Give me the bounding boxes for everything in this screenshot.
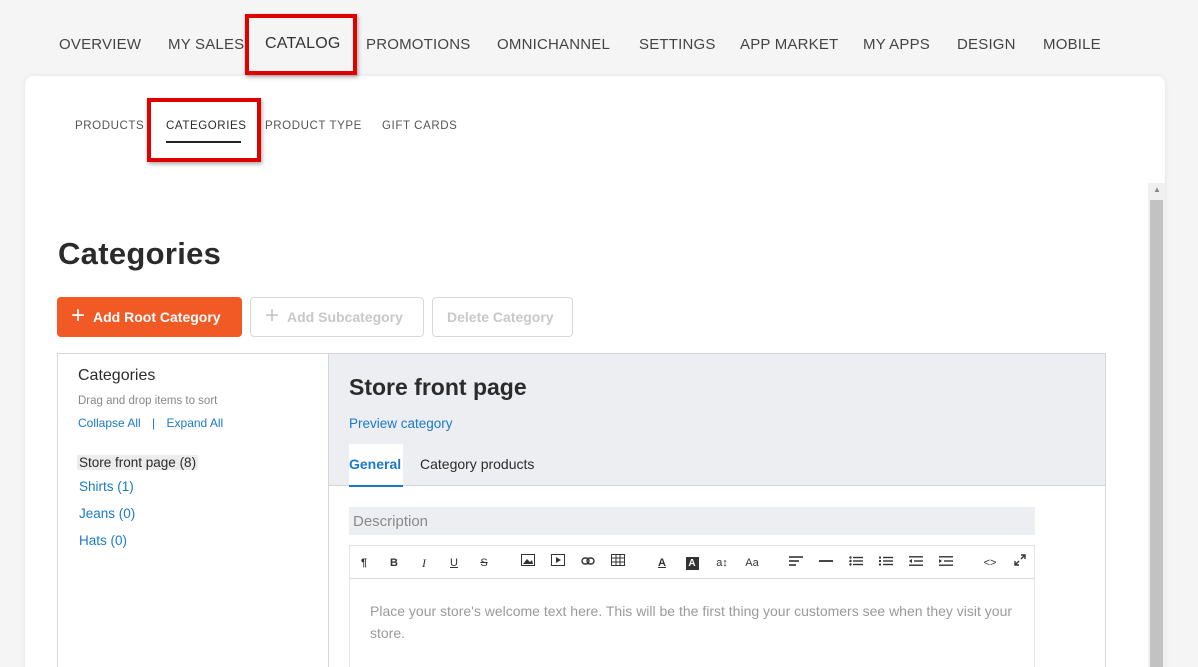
- preview-category-link[interactable]: Preview category: [349, 416, 453, 431]
- outdent-icon[interactable]: [906, 554, 926, 572]
- video-icon[interactable]: [548, 554, 568, 572]
- subnav-categories[interactable]: CATEGORIES: [166, 120, 247, 132]
- nav-design[interactable]: DESIGN: [957, 36, 1016, 53]
- description-label: Description: [349, 507, 1035, 535]
- scrollbar-thumb[interactable]: [1150, 200, 1163, 667]
- numbered-list-icon[interactable]: [876, 554, 896, 572]
- category-item-shirts[interactable]: Shirts (1): [79, 479, 134, 494]
- delete-category-button[interactable]: Delete Category: [432, 297, 573, 337]
- top-navigation: OVERVIEW MY SALES CATALOG PROMOTIONS OMN…: [0, 0, 1198, 80]
- italic-icon[interactable]: I: [414, 554, 434, 572]
- image-icon[interactable]: [518, 554, 538, 572]
- nav-promotions[interactable]: PROMOTIONS: [366, 36, 471, 53]
- nav-app-market[interactable]: APP MARKET: [740, 36, 838, 53]
- paragraph-icon[interactable]: ¶: [354, 554, 374, 572]
- nav-mobile[interactable]: MOBILE: [1043, 36, 1101, 53]
- underline-icon[interactable]: U: [444, 554, 464, 572]
- category-title: Store front page: [349, 374, 527, 400]
- plus-icon: +: [265, 302, 280, 329]
- subnav-product-type[interactable]: PRODUCT TYPE: [265, 120, 362, 132]
- nav-catalog[interactable]: CATALOG: [265, 35, 341, 53]
- category-item-hats[interactable]: Hats (0): [79, 533, 127, 548]
- strikethrough-icon[interactable]: S: [474, 554, 494, 572]
- editor-toolbar: ¶ B I U S A A a↕ Aa <>: [349, 545, 1035, 579]
- collapse-all-link[interactable]: Collapse All: [78, 416, 141, 430]
- fullscreen-icon[interactable]: [1010, 554, 1030, 572]
- category-item-jeans[interactable]: Jeans (0): [79, 506, 135, 521]
- link-icon[interactable]: [578, 554, 598, 572]
- plus-icon: +: [71, 302, 86, 329]
- subnav-active-underline: [166, 141, 241, 143]
- add-root-category-button[interactable]: + Add Root Category: [57, 297, 242, 337]
- horizontal-rule-icon[interactable]: [816, 554, 836, 572]
- tab-general[interactable]: General: [349, 444, 403, 487]
- link-separator: |: [152, 416, 156, 430]
- scroll-up-arrow-icon[interactable]: ▲: [1151, 184, 1163, 196]
- bullet-list-icon[interactable]: [846, 554, 866, 572]
- delete-category-label: Delete Category: [447, 309, 554, 325]
- category-item-store-front[interactable]: Store front page (8): [77, 455, 199, 470]
- categories-panel-title: Categories: [78, 367, 156, 384]
- font-size-icon[interactable]: a↕: [712, 554, 732, 572]
- drag-drop-hint: Drag and drop items to sort: [78, 395, 218, 407]
- tree-controls: Collapse All | Expand All: [78, 416, 223, 430]
- expand-all-link[interactable]: Expand All: [167, 416, 224, 430]
- nav-my-sales[interactable]: MY SALES: [168, 36, 244, 53]
- page-title: Categories: [58, 236, 222, 271]
- table-icon[interactable]: [608, 554, 628, 572]
- font-color-icon[interactable]: A: [652, 554, 672, 572]
- add-root-category-label: Add Root Category: [93, 309, 221, 325]
- add-subcategory-button[interactable]: + Add Subcategory: [250, 297, 424, 337]
- subnav-gift-cards[interactable]: GIFT CARDS: [382, 120, 457, 132]
- nav-my-apps[interactable]: MY APPS: [863, 36, 930, 53]
- subnav-products[interactable]: PRODUCTS: [75, 120, 144, 132]
- editor-placeholder-text: Place your store's welcome text here. Th…: [370, 603, 1013, 641]
- tab-category-products[interactable]: Category products: [420, 444, 534, 487]
- background-color-icon[interactable]: A: [682, 554, 702, 572]
- indent-icon[interactable]: [936, 554, 956, 572]
- add-subcategory-label: Add Subcategory: [287, 309, 403, 325]
- align-icon[interactable]: [786, 554, 806, 572]
- font-family-icon[interactable]: Aa: [742, 554, 762, 572]
- code-view-icon[interactable]: <>: [980, 554, 1000, 572]
- nav-omnichannel[interactable]: OMNICHANNEL: [497, 36, 610, 53]
- nav-settings[interactable]: SETTINGS: [639, 36, 716, 53]
- nav-overview[interactable]: OVERVIEW: [59, 36, 141, 53]
- bold-icon[interactable]: B: [384, 554, 404, 572]
